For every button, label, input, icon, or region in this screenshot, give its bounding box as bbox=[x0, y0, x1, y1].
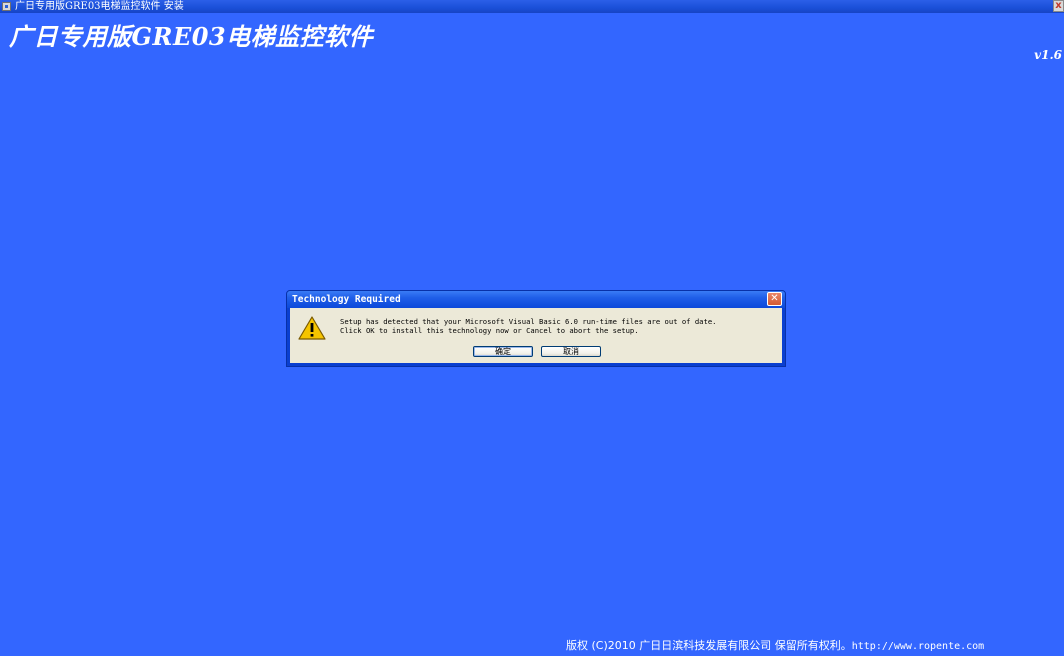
copyright-footer: 版权 (C)2010 广日日滨科技发展有限公司 保留所有权利。http://ww… bbox=[566, 637, 984, 653]
dialog-title: Technology Required bbox=[292, 294, 401, 305]
dialog-body: Setup has detected that your Microsoft V… bbox=[290, 308, 782, 363]
ok-button[interactable]: 确定 bbox=[473, 346, 533, 357]
installer-heading: 广日专用版GRE03电梯监控软件 bbox=[9, 22, 374, 51]
window-titlebar: 广日专用版GRE03电梯监控软件 安装 x bbox=[0, 0, 1064, 13]
website-url: http://www.ropente.com bbox=[851, 641, 985, 652]
app-icon[interactable] bbox=[2, 2, 11, 11]
dialog-titlebar[interactable]: Technology Required ✕ bbox=[287, 291, 785, 308]
copyright-text: 版权 (C)2010 广日日滨科技发展有限公司 保留所有权利。 bbox=[566, 639, 852, 652]
dialog-message-line-1: Setup has detected that your Microsoft V… bbox=[340, 317, 717, 326]
warning-icon bbox=[298, 316, 326, 340]
window-title: 广日专用版GRE03电梯监控软件 安装 bbox=[15, 1, 184, 12]
dialog-close-button[interactable]: ✕ bbox=[767, 292, 782, 306]
version-label: v1.6 bbox=[1034, 48, 1062, 62]
dialog-message-line-2: Click OK to install this technology now … bbox=[340, 326, 639, 335]
dialog-message: Setup has detected that your Microsoft V… bbox=[340, 317, 716, 335]
window-close-button[interactable]: x bbox=[1053, 0, 1064, 12]
technology-required-dialog: Technology Required ✕ Setup has detected… bbox=[286, 290, 786, 367]
cancel-button[interactable]: 取消 bbox=[541, 346, 601, 357]
